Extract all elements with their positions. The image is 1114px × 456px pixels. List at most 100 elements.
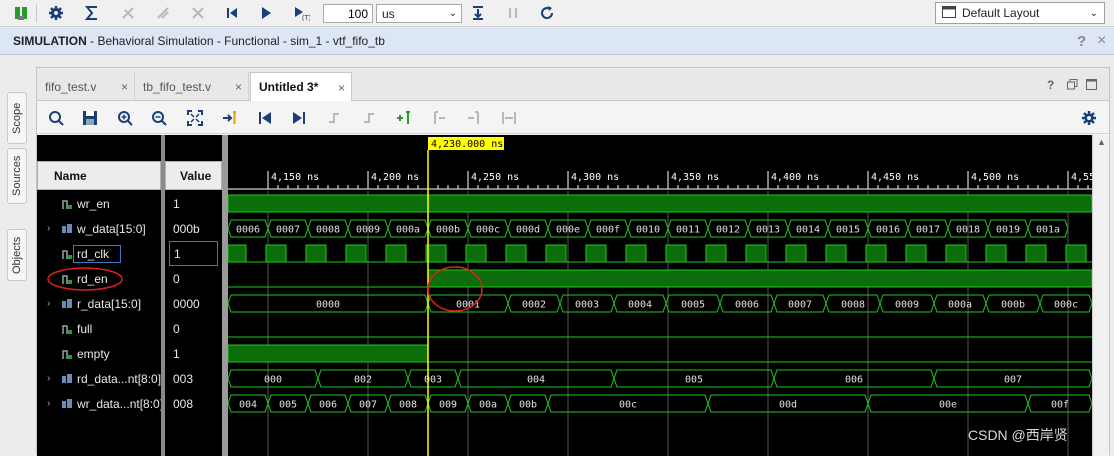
w-data-value: 0011 [676, 225, 700, 236]
signal-row[interactable]: rd_clk [37, 241, 161, 266]
rd-count-value: 004 [527, 375, 545, 386]
rd-clk-high [825, 244, 847, 263]
expand-chevron-icon[interactable]: › [47, 298, 50, 309]
go-to-start-icon[interactable] [255, 108, 275, 128]
expand-chevron-icon[interactable]: › [47, 373, 50, 384]
signal-value: 0 [165, 266, 222, 291]
signal-row[interactable]: › rd_data...nt[8:0] [37, 366, 161, 391]
layout-select[interactable]: Default Layout ⌄ [935, 2, 1105, 24]
relaunch-icon[interactable] [536, 2, 558, 24]
value-column-header[interactable]: Value [165, 161, 222, 190]
prev-transition-icon[interactable] [324, 108, 344, 128]
help-icon[interactable]: ? [1047, 78, 1054, 92]
close-icon[interactable]: × [338, 81, 345, 95]
side-tab-objects[interactable]: Objects [7, 229, 27, 281]
vertical-scrollbar[interactable]: ▲ [1092, 135, 1109, 456]
run-for-icon[interactable]: (T) [290, 2, 312, 24]
search-icon[interactable] [46, 108, 66, 128]
go-to-cursor-icon[interactable] [220, 108, 240, 128]
layout-icon [942, 5, 956, 21]
wave-panel: fifo_test.v × tb_fifo_test.v × Untitled … [36, 67, 1110, 456]
step-icon[interactable] [467, 2, 489, 24]
w-data-value: 0009 [356, 225, 380, 236]
add-marker-icon[interactable] [394, 108, 414, 128]
tab-tb-fifo-test[interactable]: tb_fifo_test.v × [135, 72, 249, 101]
side-tab-sources[interactable]: Sources [7, 148, 27, 204]
w-data-value: 000f [596, 225, 620, 236]
signal-value: 000b [165, 216, 222, 241]
signal-row[interactable]: › w_data[15:0] [37, 216, 161, 241]
zoom-fit-icon[interactable] [185, 108, 205, 128]
run-length-input[interactable] [323, 4, 373, 23]
restore-icon[interactable] [1067, 79, 1078, 93]
rd-count-value: 003 [424, 375, 442, 386]
timeline-tick-label: 4,450 ns [871, 172, 919, 183]
close-icon[interactable]: × [1097, 32, 1106, 50]
signal-row[interactable]: full [37, 316, 161, 341]
signal-value-text: 1 [173, 346, 180, 361]
prev-marker-icon[interactable] [429, 108, 449, 128]
w-data-value: 0016 [876, 225, 900, 236]
timeline-background [228, 135, 1092, 191]
restart-icon[interactable] [117, 2, 139, 24]
settings-icon[interactable] [1079, 108, 1099, 128]
signal-row[interactable]: › r_data[15:0] [37, 291, 161, 316]
name-header-label: Name [54, 168, 87, 183]
sigma-icon[interactable] [81, 2, 103, 24]
save-icon[interactable] [80, 108, 100, 128]
rd-count-value: 005 [685, 375, 703, 386]
bus-signal-icon [62, 373, 72, 383]
rd-clk-high [745, 244, 767, 263]
signal-value: 1 [165, 341, 222, 366]
pause-icon[interactable] [502, 2, 524, 24]
timeline-tick-label: 4,250 ns [471, 172, 519, 183]
rd-clk-high [385, 244, 407, 263]
close-icon[interactable]: × [235, 80, 242, 94]
scroll-up-icon[interactable]: ▲ [1097, 137, 1106, 147]
help-icon[interactable]: ? [1077, 33, 1086, 50]
expand-chevron-icon[interactable]: › [47, 398, 50, 409]
rd-clk-high [705, 244, 727, 263]
signal-row[interactable]: wr_en [37, 191, 161, 216]
next-transition-icon[interactable] [359, 108, 379, 128]
name-column-header[interactable]: Name [37, 161, 161, 190]
break-icon[interactable] [187, 2, 209, 24]
signal-row[interactable]: › wr_data...nt[8:0] [37, 391, 163, 416]
swap-cursors-icon[interactable] [499, 108, 519, 128]
maximize-icon[interactable] [1086, 79, 1097, 93]
r-data-value: 0006 [735, 300, 759, 311]
close-icon[interactable]: × [121, 80, 128, 94]
run-all-icon[interactable] [152, 2, 174, 24]
side-tab-scope[interactable]: Scope [7, 92, 27, 144]
signal-name-column: Name wr_en › w_data[15:0] rd_clk rd_en › r_dat… [37, 135, 163, 456]
settings-icon[interactable] [45, 2, 67, 24]
next-marker-icon[interactable] [464, 108, 484, 128]
run-unit-select[interactable]: us ⌄ [376, 4, 462, 23]
wr-count-value: 007 [359, 400, 377, 411]
w-data-value: 0008 [316, 225, 340, 236]
wr-count-value: 00c [619, 400, 637, 411]
go-to-end-icon[interactable] [289, 108, 309, 128]
debug-icon[interactable] [10, 2, 32, 24]
expand-chevron-icon[interactable]: › [47, 223, 50, 234]
waveform-area[interactable]: 4,150 ns 4,200 ns 4,250 ns 4,300 ns 4,350 ns… [228, 135, 1092, 456]
timeline-tick-label: 4,400 ns [771, 172, 819, 183]
go-start-icon[interactable] [221, 2, 243, 24]
r-data-value: 0002 [522, 300, 546, 311]
chevron-down-icon: ⌄ [1089, 7, 1098, 19]
rd-clk-high [228, 244, 247, 263]
wr-count-value: 00f [1051, 400, 1069, 411]
tab-fifo-test[interactable]: fifo_test.v × [37, 72, 135, 101]
run-icon[interactable] [255, 2, 277, 24]
rd-en-high [427, 269, 1092, 288]
bus-signal-icon [62, 298, 72, 308]
signal-value-text: 000b [173, 221, 200, 236]
bus-signal-icon [62, 223, 72, 233]
w-data-value: 0012 [716, 225, 740, 236]
tab-untitled-3[interactable]: Untitled 3* × [250, 72, 352, 101]
zoom-in-icon[interactable] [115, 108, 135, 128]
zoom-out-icon[interactable] [149, 108, 169, 128]
side-tab-label: Scope [11, 102, 23, 134]
signal-row[interactable]: empty [37, 341, 161, 366]
bit-signal-icon [62, 349, 72, 359]
